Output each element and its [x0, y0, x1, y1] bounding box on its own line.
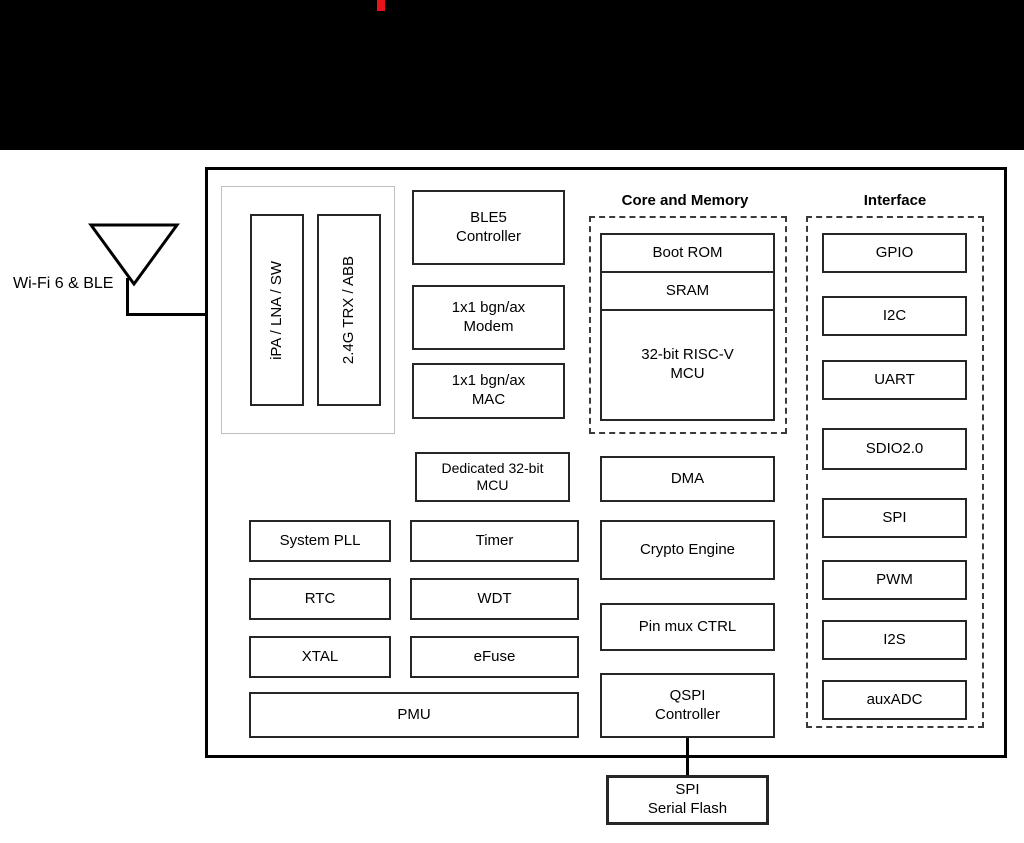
block-wdt-label: WDT [477, 589, 512, 607]
antenna-label: Wi-Fi 6 & BLE [13, 275, 114, 292]
block-i2s[interactable]: I2S [822, 620, 967, 660]
block-dma[interactable]: DMA [600, 456, 775, 502]
block-sram[interactable]: SRAM [602, 271, 773, 309]
top-black-band [0, 0, 1024, 150]
block-spi-label: SPI [882, 508, 907, 526]
block-gpio[interactable]: GPIO [822, 233, 967, 273]
block-pin-mux-ctrl-label: Pin mux CTRL [638, 617, 737, 635]
block-timer-label: Timer [475, 531, 514, 549]
rf-block-ipa-lna-sw-label: iPA / LNA / SW [267, 260, 285, 360]
block-spi-serial-flash[interactable]: SPI Serial Flash [606, 775, 769, 825]
block-sram-label: SRAM [665, 281, 710, 299]
block-ble5-controller[interactable]: BLE5 Controller [412, 190, 565, 265]
qspi-flash-wire [686, 738, 689, 776]
block-crypto-engine[interactable]: Crypto Engine [600, 520, 775, 580]
interface-title: Interface [863, 192, 927, 209]
rf-block-ipa-lna-sw[interactable]: iPA / LNA / SW [250, 214, 304, 406]
block-i2s-label: I2S [883, 630, 906, 648]
block-pwm[interactable]: PWM [822, 560, 967, 600]
block-qspi-controller-label: QSPI Controller [654, 686, 721, 723]
block-system-pll[interactable]: System PLL [249, 520, 391, 562]
block-xtal[interactable]: XTAL [249, 636, 391, 678]
block-auxadc[interactable]: auxADC [822, 680, 967, 720]
block-sdio20[interactable]: SDIO2.0 [822, 428, 967, 470]
block-qspi-controller[interactable]: QSPI Controller [600, 673, 775, 738]
rf-block-24g-trx-abb[interactable]: 2.4G TRX / ABB [317, 214, 381, 406]
block-sdio20-label: SDIO2.0 [865, 439, 924, 457]
block-dma-label: DMA [670, 469, 705, 487]
block-32bit-riscv-mcu[interactable]: 32-bit RISC-V MCU [602, 309, 773, 419]
block-timer[interactable]: Timer [410, 520, 579, 562]
block-1x1-bgn-ax-modem-label: 1x1 bgn/ax Modem [451, 298, 526, 335]
block-spi-serial-flash-label: SPI Serial Flash [647, 781, 728, 817]
block-uart-label: UART [874, 370, 915, 388]
block-ble5-controller-label: BLE5 Controller [455, 208, 522, 245]
rf-block-24g-trx-abb-label: 2.4G TRX / ABB [339, 255, 357, 365]
block-efuse-label: eFuse [473, 647, 516, 665]
block-1x1-bgn-ax-mac[interactable]: 1x1 bgn/ax MAC [412, 363, 565, 419]
block-system-pll-label: System PLL [279, 531, 361, 549]
block-gpio-label: GPIO [875, 243, 914, 261]
block-boot-rom-label: Boot ROM [652, 243, 723, 261]
block-pin-mux-ctrl[interactable]: Pin mux CTRL [600, 603, 775, 651]
block-1x1-bgn-ax-mac-label: 1x1 bgn/ax MAC [451, 372, 526, 408]
block-rtc-label: RTC [304, 589, 336, 607]
block-xtal-label: XTAL [301, 647, 339, 665]
block-efuse[interactable]: eFuse [410, 636, 579, 678]
red-marker-icon [377, 0, 385, 11]
block-crypto-engine-label: Crypto Engine [639, 540, 736, 558]
block-32bit-riscv-mcu-label: 32-bit RISC-V MCU [641, 346, 734, 382]
block-dedicated-32bit-mcu-label: Dedicated 32-bit MCU [441, 459, 544, 494]
core-and-memory-title: Core and Memory [621, 192, 749, 209]
block-boot-rom[interactable]: Boot ROM [602, 235, 773, 271]
block-pwm-label: PWM [876, 570, 913, 588]
block-i2c-label: I2C [882, 306, 907, 324]
antenna-feed-vertical [126, 278, 129, 316]
block-i2c[interactable]: I2C [822, 296, 967, 336]
block-spi[interactable]: SPI [822, 498, 967, 538]
block-dedicated-32bit-mcu[interactable]: Dedicated 32-bit MCU [415, 452, 570, 502]
core-memory-stack: Boot ROM SRAM 32-bit RISC-V MCU [600, 233, 775, 421]
block-diagram-canvas: Wi-Fi 6 & BLE iPA / LNA / SW 2.4G TRX / … [0, 0, 1024, 843]
block-wdt[interactable]: WDT [410, 578, 579, 620]
block-pmu[interactable]: PMU [249, 692, 579, 738]
block-auxadc-label: auxADC [866, 690, 923, 708]
block-1x1-bgn-ax-modem[interactable]: 1x1 bgn/ax Modem [412, 285, 565, 350]
block-rtc[interactable]: RTC [249, 578, 391, 620]
block-uart[interactable]: UART [822, 360, 967, 400]
block-pmu-label: PMU [397, 705, 431, 723]
